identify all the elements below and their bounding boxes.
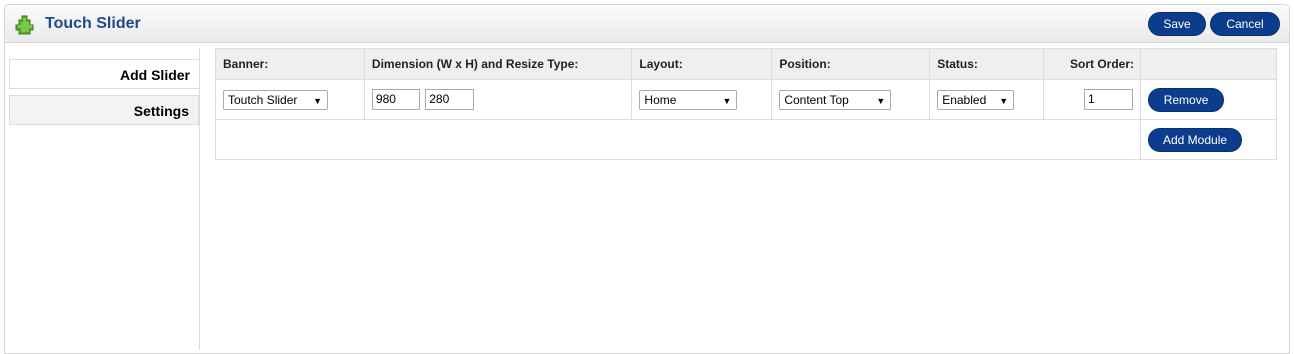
panel-heading: Touch Slider Save Cancel xyxy=(5,5,1289,43)
puzzle-icon xyxy=(15,15,34,35)
column-header-banner: Banner: xyxy=(215,48,365,80)
footer-spacer xyxy=(214,119,1142,160)
table-header-row: Banner: Dimension (W x H) and Resize Typ… xyxy=(215,48,1277,80)
height-input[interactable]: 280 xyxy=(425,89,475,110)
width-input[interactable]: 980 xyxy=(371,89,420,110)
remove-button[interactable]: Remove xyxy=(1148,87,1225,112)
chevron-down-icon: ▼ xyxy=(313,95,322,106)
layout-select[interactable]: Home ▼ xyxy=(639,89,738,110)
column-header-status: Status: xyxy=(929,48,1045,80)
position-select-value: Content Top xyxy=(784,92,849,107)
column-header-dimension: Dimension (W x H) and Resize Type: xyxy=(363,48,633,80)
column-header-layout: Layout: xyxy=(631,48,773,80)
add-module-button[interactable]: Add Module xyxy=(1148,127,1243,152)
layout-select-value: Home xyxy=(644,92,677,107)
column-header-sort-order: Sort Order: xyxy=(1043,48,1142,80)
chevron-down-icon: ▼ xyxy=(722,95,732,106)
sidebar-divider xyxy=(199,48,200,350)
layout-cell: Home ▼ xyxy=(631,79,773,120)
save-button[interactable]: Save xyxy=(1148,12,1206,36)
status-cell: Enabled ▼ xyxy=(929,79,1045,120)
table-row: Toutch Slider ▼ 980 280 Home ▼ Content T… xyxy=(215,79,1277,120)
column-header-actions xyxy=(1140,48,1277,80)
sort-order-input[interactable]: 1 xyxy=(1084,89,1134,110)
position-cell: Content Top ▼ xyxy=(771,79,931,120)
status-select[interactable]: Enabled ▼ xyxy=(937,89,1015,110)
sort-order-cell: 1 xyxy=(1043,79,1142,120)
position-select[interactable]: Content Top ▼ xyxy=(779,89,892,110)
actions-cell: Remove xyxy=(1140,79,1277,120)
dimension-cell: 980 280 xyxy=(363,79,633,120)
banner-cell: Toutch Slider ▼ xyxy=(215,79,365,120)
chevron-down-icon: ▼ xyxy=(999,95,1009,106)
tab-settings[interactable]: Settings xyxy=(9,95,199,125)
status-select-value: Enabled xyxy=(942,92,987,107)
cancel-button[interactable]: Cancel xyxy=(1210,12,1280,36)
table-footer-row: Add Module xyxy=(214,119,1277,160)
banner-select[interactable]: Toutch Slider ▼ xyxy=(223,89,328,110)
module-table: Banner: Dimension (W x H) and Resize Typ… xyxy=(214,48,1277,160)
banner-select-value: Toutch Slider xyxy=(228,92,298,107)
tab-add-slider[interactable]: Add Slider xyxy=(9,59,199,89)
chevron-down-icon: ▼ xyxy=(876,95,886,106)
column-header-position: Position: xyxy=(771,48,931,80)
page-title: Touch Slider xyxy=(45,15,141,32)
add-module-cell: Add Module xyxy=(1140,119,1277,160)
